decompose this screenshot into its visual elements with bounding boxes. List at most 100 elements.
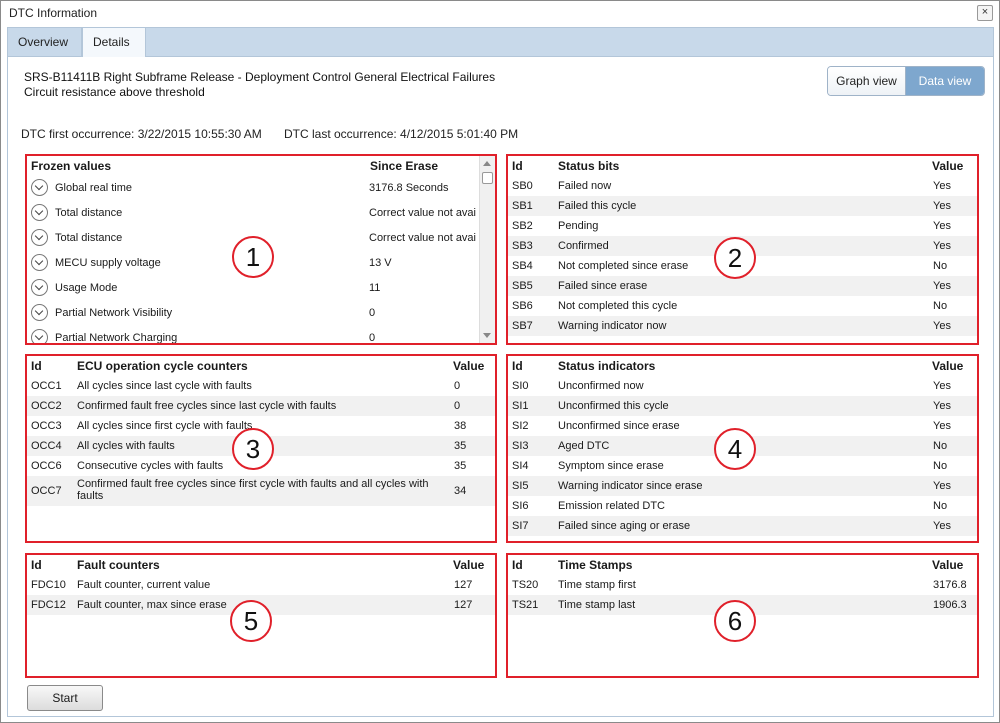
row-id: OCC3 xyxy=(31,420,62,432)
row-name: Confirmed fault free cycles since first … xyxy=(77,478,429,502)
row-value: 35 xyxy=(454,440,467,452)
frozen-name: Partial Network Visibility xyxy=(55,307,173,319)
row-name: Emission related DTC xyxy=(558,500,665,512)
row-id: SI0 xyxy=(512,380,529,392)
chevron-down-icon[interactable] xyxy=(31,204,48,221)
row-id: SI5 xyxy=(512,480,529,492)
table-row: SI6 Emission related DTC No xyxy=(508,496,977,516)
row-name: Not completed since erase xyxy=(558,260,689,272)
close-icon[interactable]: × xyxy=(977,5,993,21)
table-row: SB2 Pending Yes xyxy=(508,216,977,236)
row-id: TS20 xyxy=(512,579,539,591)
dtc-information-window: DTC Information × Overview Details SRS-B… xyxy=(0,0,1000,723)
row-value: Yes xyxy=(933,420,951,432)
frozen-values-title: Frozen values xyxy=(31,159,112,173)
tab-details[interactable]: Details xyxy=(82,28,146,58)
frozen-values-header: Frozen values Since Erase xyxy=(27,156,495,176)
ecu-counters-title: ECU operation cycle counters xyxy=(77,359,248,373)
scroll-up-icon[interactable] xyxy=(483,161,491,166)
table-row: OCC7 Confirmed fault free cycles since fi… xyxy=(27,476,495,506)
chevron-down-icon[interactable] xyxy=(31,229,48,246)
tab-overview[interactable]: Overview xyxy=(8,28,82,57)
value-header: Value xyxy=(932,159,964,173)
frozen-name: Global real time xyxy=(55,182,133,194)
row-id: FDC10 xyxy=(31,579,66,591)
table-row: TS20 Time stamp first 3176.8 xyxy=(508,575,977,595)
row-value: No xyxy=(933,500,948,512)
chevron-down-icon[interactable] xyxy=(31,329,48,343)
dtc-description: SRS-B11411B Right Subframe Release - Dep… xyxy=(24,70,496,84)
row-value: 3176.8 xyxy=(933,579,967,591)
value-header: Value xyxy=(932,558,964,572)
id-header: Id xyxy=(512,359,523,373)
table-row: SI1 Unconfirmed this cycle Yes xyxy=(508,396,977,416)
details-content: SRS-B11411B Right Subframe Release - Dep… xyxy=(7,57,994,717)
graph-view-button[interactable]: Graph view xyxy=(828,67,906,95)
row-name: Failed since aging or erase xyxy=(558,520,691,532)
row-name: All cycles with faults xyxy=(77,440,175,452)
chevron-down-icon[interactable] xyxy=(31,304,48,321)
row-id: SI2 xyxy=(512,420,529,432)
row-id: FDC12 xyxy=(31,599,66,611)
annotation-badge: 1 xyxy=(232,236,274,278)
status-bits-header: Id Status bits Value xyxy=(508,156,977,176)
table-row: SB6 Not completed this cycle No xyxy=(508,296,977,316)
frozen-value: Correct value not avai xyxy=(369,232,476,244)
start-button[interactable]: Start xyxy=(27,685,103,711)
data-view-button[interactable]: Data view xyxy=(906,67,984,95)
frozen-name: Partial Network Charging xyxy=(55,332,178,344)
scroll-thumb[interactable] xyxy=(482,172,493,184)
row-value: Yes xyxy=(933,180,951,192)
row-name: Unconfirmed this cycle xyxy=(558,400,669,412)
row-value: 0 xyxy=(454,380,461,392)
chevron-down-icon[interactable] xyxy=(31,254,48,271)
row-name: Failed since erase xyxy=(558,280,648,292)
frozen-name: MECU supply voltage xyxy=(55,257,161,269)
value-header: Value xyxy=(453,359,485,373)
row-value: Yes xyxy=(933,380,951,392)
table-row: SB0 Failed now Yes xyxy=(508,176,977,196)
tab-bar: Overview Details xyxy=(7,27,994,58)
window-title: DTC Information xyxy=(9,6,98,20)
row-id: SB2 xyxy=(512,220,533,232)
row-value: Yes xyxy=(933,240,951,252)
list-item: Partial Network Charging 0 xyxy=(27,328,495,344)
chevron-down-icon[interactable] xyxy=(31,179,48,196)
table-row: SB5 Failed since erase Yes xyxy=(508,276,977,296)
row-name: Confirmed fault free cycles since last c… xyxy=(77,400,337,412)
row-value: Yes xyxy=(933,520,951,532)
table-row: FDC10 Fault counter, current value 127 xyxy=(27,575,495,595)
chevron-down-icon[interactable] xyxy=(31,279,48,296)
row-id: SI1 xyxy=(512,400,529,412)
status-indicators-title: Status indicators xyxy=(558,359,656,373)
scroll-down-icon[interactable] xyxy=(483,333,491,338)
frozen-value: 0 xyxy=(369,332,376,344)
fault-counters-title: Fault counters xyxy=(77,558,160,572)
frozen-value: 3176.8 Seconds xyxy=(369,182,449,194)
row-value: Yes xyxy=(933,480,951,492)
ecu-counters-header: Id ECU operation cycle counters Value xyxy=(27,356,495,376)
row-value: No xyxy=(933,460,948,472)
row-name: Not completed this cycle xyxy=(558,300,678,312)
frozen-name: Total distance xyxy=(55,207,123,219)
row-name: Time stamp first xyxy=(558,579,636,591)
row-id: OCC7 xyxy=(31,485,62,497)
view-switch: Graph view Data view xyxy=(827,66,985,96)
list-item: Partial Network Visibility 0 xyxy=(27,303,495,323)
table-row: SI0 Unconfirmed now Yes xyxy=(508,376,977,396)
row-id: TS21 xyxy=(512,599,539,611)
row-value: No xyxy=(933,300,948,312)
frozen-value: 11 xyxy=(369,282,381,294)
status-indicators-header: Id Status indicators Value xyxy=(508,356,977,376)
row-value: 1906.3 xyxy=(933,599,967,611)
row-name: Confirmed xyxy=(558,240,609,252)
row-id: SB0 xyxy=(512,180,533,192)
row-name: All cycles since first cycle with faults xyxy=(77,420,253,432)
status-bits-title: Status bits xyxy=(558,159,620,173)
frozen-scrollbar[interactable] xyxy=(479,156,495,343)
frozen-value: Correct value not avai xyxy=(369,207,476,219)
fault-counters-header: Id Fault counters Value xyxy=(27,555,495,575)
row-id: SI4 xyxy=(512,460,529,472)
row-name: Warning indicator now xyxy=(558,320,667,332)
annotation-badge: 4 xyxy=(714,428,756,470)
